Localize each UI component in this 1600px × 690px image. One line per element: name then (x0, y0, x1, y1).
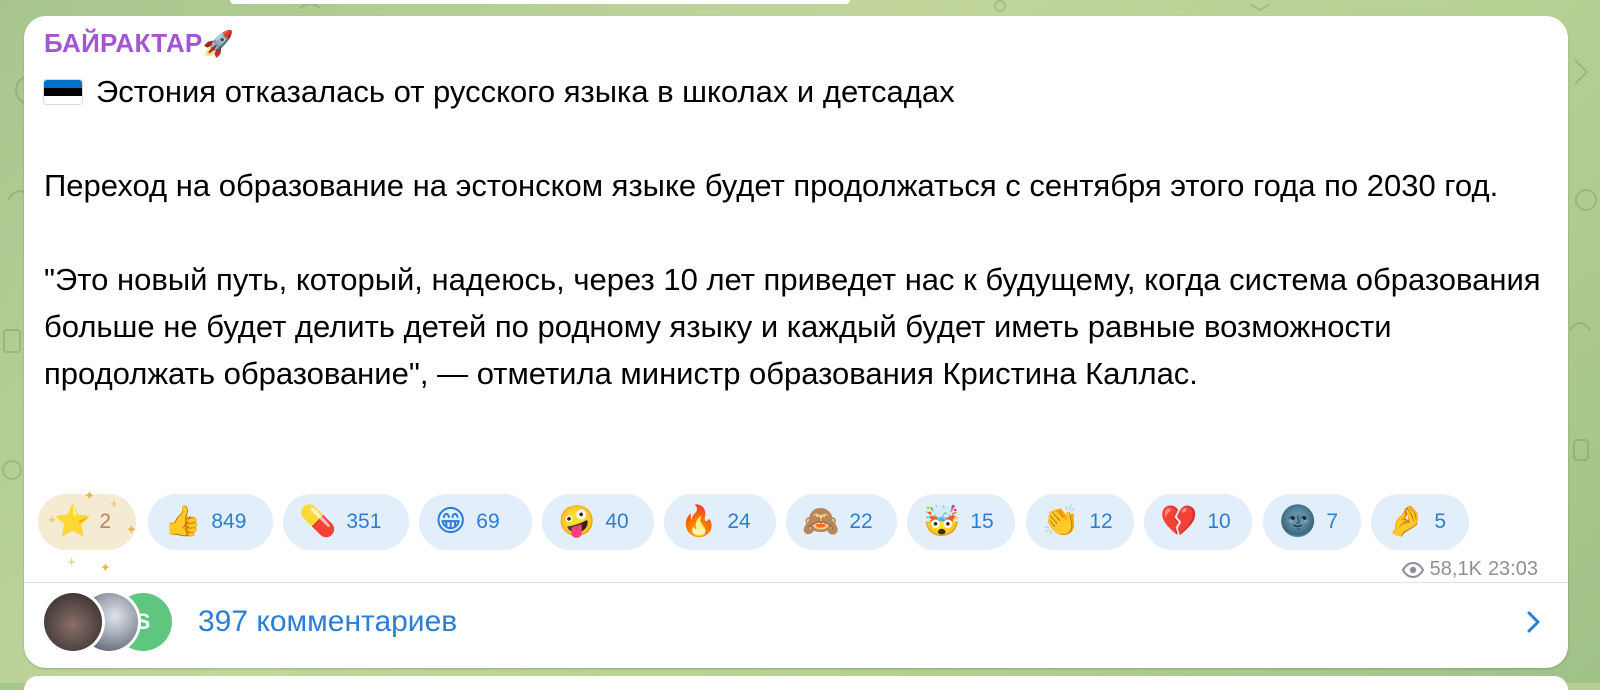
reaction-emoji-icon: 👍 (164, 505, 202, 538)
reaction-chip[interactable]: 🙈 22 (786, 494, 897, 550)
post-text: Эстония отказалась от русского языка в ш… (44, 68, 1554, 397)
rocket-icon: 🚀 (202, 30, 235, 58)
reaction-count: 22 (849, 510, 873, 533)
reaction-count: 69 (476, 510, 500, 533)
reaction-chip[interactable]: 🤪 40 (542, 494, 654, 550)
reaction-chip[interactable]: 👏 12 (1026, 494, 1134, 550)
reaction-emoji-icon: 🤌 (1387, 505, 1425, 538)
views-eye-icon (1401, 561, 1424, 578)
previous-message-edge (230, 0, 850, 4)
reaction-chip[interactable]: 💊 351 (283, 494, 409, 550)
chevron-right-icon (1527, 611, 1540, 633)
avatar (44, 593, 102, 651)
post-time: 23:03 (1487, 558, 1538, 580)
channel-name[interactable]: БАЙРАКТАР🚀 (44, 28, 234, 59)
reaction-count: 5 (1434, 510, 1447, 533)
channel-post-bubble: БАЙРАКТАР🚀 Эстония отказалась от русског… (24, 16, 1568, 668)
channel-name-label: БАЙРАКТАР (44, 28, 203, 58)
reaction-emoji-icon: ⭐ (54, 505, 92, 538)
reaction-emoji-icon: 👏 (1042, 505, 1080, 538)
reaction-count: 40 (605, 510, 629, 533)
reaction-chip[interactable]: 👍 849 (148, 494, 273, 550)
reaction-emoji-icon: 😁 (435, 505, 467, 538)
estonia-flag-icon (44, 80, 82, 104)
post-meta: 58,1K 23:03 (1401, 558, 1538, 581)
next-message-edge (24, 676, 1568, 690)
views-count: 58,1K (1429, 558, 1482, 580)
reaction-emoji-icon: 💔 (1160, 505, 1198, 538)
reaction-chip[interactable]: ✦ + + ✦ + ✦ ⭐ 2 (38, 488, 137, 575)
reaction-count: 7 (1326, 510, 1339, 533)
reaction-chip[interactable]: 🤯 15 (907, 494, 1015, 550)
comments-button[interactable]: S 397 комментариев (24, 583, 1568, 668)
comments-count-label: 397 комментариев (198, 605, 458, 638)
reaction-count: 351 (346, 510, 382, 533)
reaction-emoji-icon: 🌚 (1279, 505, 1317, 538)
reaction-emoji-icon: 💊 (299, 505, 337, 538)
reaction-count: 2 (99, 510, 112, 533)
reaction-chip[interactable]: 😁 69 (419, 494, 532, 550)
reaction-emoji-icon: 🤪 (558, 505, 596, 538)
reaction-chip[interactable]: 🔥 24 (664, 494, 776, 550)
reactions-bar: ✦ + + ✦ + ✦ ⭐ 2 👍 849 💊 351 😁 69 🤪 40 🔥 24 🙈 22 🤯 15 👏 12 💔 10 🌚 7 🤌… (38, 488, 1469, 575)
reaction-emoji-icon: 🤯 (923, 505, 961, 538)
reaction-count: 10 (1207, 510, 1231, 533)
reaction-emoji-icon: 🔥 (680, 505, 718, 538)
reaction-chip[interactable]: 💔 10 (1144, 494, 1252, 550)
reaction-count: 24 (727, 510, 751, 533)
reaction-chip[interactable]: 🤌 5 (1371, 494, 1469, 550)
reaction-emoji-icon: 🙈 (802, 505, 840, 538)
reaction-count: 12 (1089, 510, 1113, 533)
post-body: Эстония отказалась от русского языка в ш… (44, 74, 1541, 391)
reaction-chip[interactable]: 🌚 7 (1263, 494, 1361, 550)
reaction-count: 15 (970, 510, 994, 533)
reaction-count: 849 (211, 510, 247, 533)
